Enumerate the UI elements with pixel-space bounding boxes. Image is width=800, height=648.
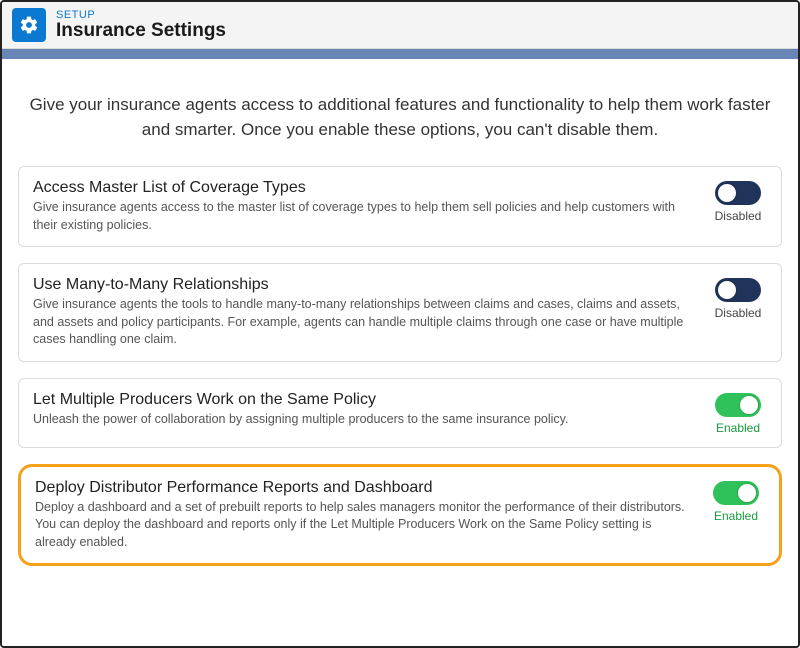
toggle-wrap: Enabled [709,393,767,435]
toggle-wrap: Enabled [707,481,765,523]
gear-icon [12,8,46,42]
toggle-distributor-reports[interactable] [713,481,759,505]
header-ribbon [2,49,798,59]
setting-title: Access Master List of Coverage Types [33,179,697,197]
setting-card-access-master-list: Access Master List of Coverage Types Give… [18,166,782,247]
toggle-state-label: Disabled [715,306,762,320]
toggle-knob [718,184,736,202]
toggle-state-label: Disabled [715,209,762,223]
setting-card-distributor-reports: Deploy Distributor Performance Reports a… [18,464,782,567]
setting-title: Deploy Distributor Performance Reports a… [35,479,695,497]
content-area: Give your insurance agents access to add… [2,59,798,646]
setting-body: Deploy Distributor Performance Reports a… [35,479,695,552]
toggle-knob [718,281,736,299]
toggle-knob [740,396,758,414]
setting-description: Deploy a dashboard and a set of prebuilt… [35,499,695,552]
page-header: SETUP Insurance Settings [2,2,798,49]
intro-text: Give your insurance agents access to add… [26,93,774,142]
setting-body: Access Master List of Coverage Types Give… [33,179,697,234]
setting-card-multiple-producers: Let Multiple Producers Work on the Same … [18,378,782,448]
toggle-state-label: Enabled [716,421,760,435]
page-title: Insurance Settings [56,20,226,42]
settings-list: Access Master List of Coverage Types Give… [18,166,782,566]
toggle-multiple-producers[interactable] [715,393,761,417]
setting-description: Give insurance agents the tools to handl… [33,296,697,349]
toggle-many-to-many[interactable] [715,278,761,302]
toggle-state-label: Enabled [714,509,758,523]
setting-body: Use Many-to-Many Relationships Give insur… [33,276,697,349]
toggle-access-master-list[interactable] [715,181,761,205]
setting-title: Let Multiple Producers Work on the Same … [33,391,697,409]
setting-description: Unleash the power of collaboration by as… [33,411,697,429]
header-text: SETUP Insurance Settings [56,9,226,42]
setting-description: Give insurance agents access to the mast… [33,199,697,234]
setting-title: Use Many-to-Many Relationships [33,276,697,294]
toggle-wrap: Disabled [709,181,767,223]
setting-body: Let Multiple Producers Work on the Same … [33,391,697,429]
toggle-wrap: Disabled [709,278,767,320]
toggle-knob [738,484,756,502]
app-frame: SETUP Insurance Settings Give your insur… [0,0,800,648]
setting-card-many-to-many: Use Many-to-Many Relationships Give insur… [18,263,782,362]
